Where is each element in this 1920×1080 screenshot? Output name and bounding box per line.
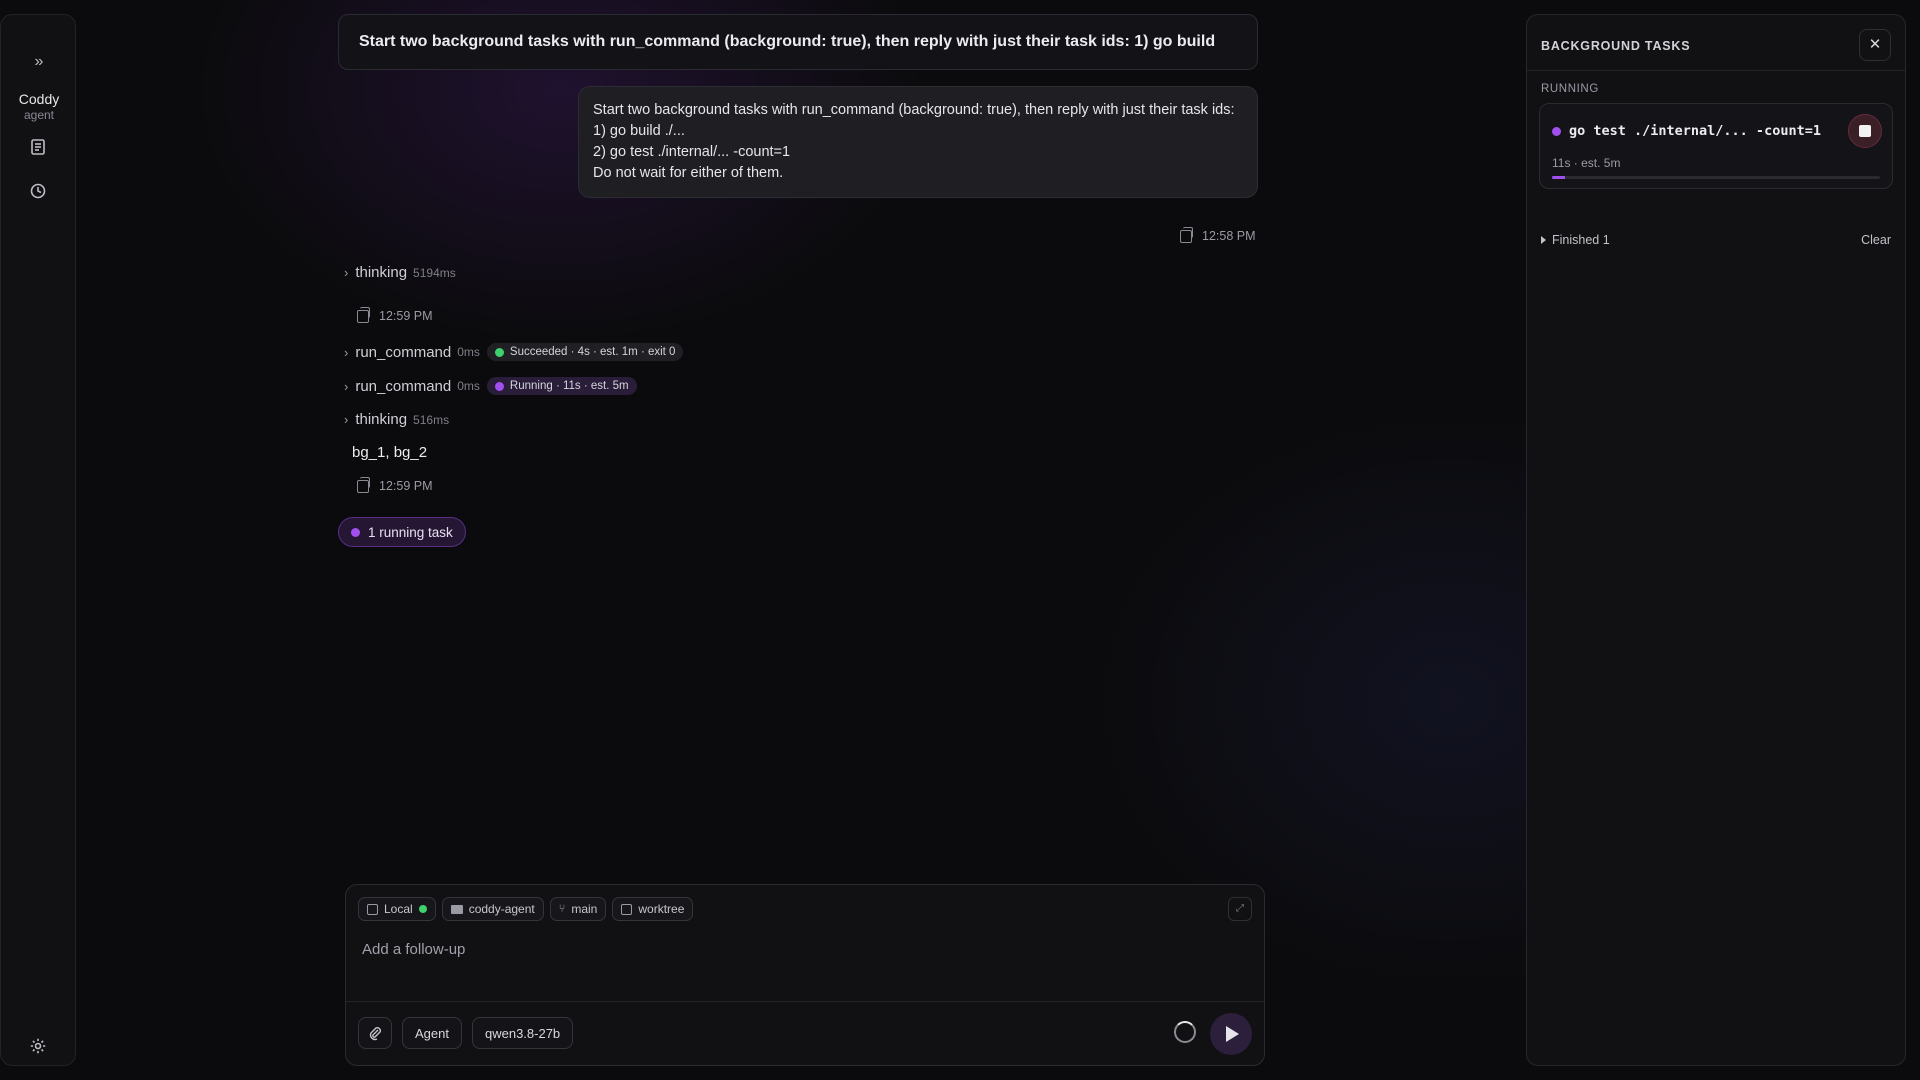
task-progress-bar — [1552, 176, 1880, 179]
composer: Local coddy-agent ⑂ main worktree ⤢ Agen… — [345, 884, 1265, 1066]
user-message-line: 2) go test ./internal/... -count=1 — [593, 144, 791, 160]
finished-label: Finished 1 — [1552, 233, 1610, 247]
user-message: Start two background tasks with run_comm… — [578, 86, 1258, 198]
assistant-time: 12:59 PM — [379, 479, 433, 493]
git-branch-icon: ⑂ — [558, 903, 566, 915]
running-dot-icon — [351, 527, 360, 537]
status-text: Running · 11s · est. 5m — [509, 380, 629, 392]
chevron-right-icon: › — [344, 412, 349, 427]
folder-icon — [450, 904, 463, 914]
step-run-command-1[interactable]: › run_command 0ms Succeeded · 4s · est. … — [344, 343, 684, 361]
running-dot-icon — [494, 381, 504, 391]
settings-gear-icon[interactable] — [29, 1037, 49, 1057]
app-name: Coddy — [18, 91, 60, 107]
step-run-command-2[interactable]: › run_command 0ms Running · 11s · est. 5… — [344, 377, 637, 395]
background-tasks-panel: BACKGROUND TASKS ✕ RUNNING go test ./int… — [1526, 14, 1906, 1066]
step-label: run_command — [355, 343, 452, 361]
send-button[interactable] — [1210, 1013, 1252, 1055]
stop-icon — [1859, 125, 1871, 137]
chip-label: coddy-agent — [468, 902, 535, 916]
chevron-right-icon: › — [344, 265, 349, 280]
clear-button[interactable]: Clear — [1861, 233, 1891, 247]
status-badge-succeeded: Succeeded · 4s · est. 1m · exit 0 — [486, 343, 684, 361]
online-dot-icon — [418, 905, 427, 913]
copy-icon[interactable] — [357, 476, 370, 493]
user-message-line: 1) go build ./... — [593, 123, 685, 139]
status-text: Succeeded · 4s · est. 1m · exit 0 — [509, 346, 676, 358]
composer-toolbar: Agent qwen3.8-27b — [358, 1017, 574, 1049]
loading-spinner-icon — [1174, 1021, 1196, 1043]
task-command-text: go test ./internal/... -count=1 — [1569, 123, 1821, 139]
worktree-chip[interactable]: worktree — [612, 897, 694, 921]
step-label: run_command — [355, 377, 452, 395]
user-message-time: 12:58 PM — [1202, 229, 1256, 243]
left-rail: » Coddy agent — [0, 14, 76, 1066]
running-dot-icon — [1552, 126, 1561, 136]
paperclip-icon — [369, 1027, 381, 1041]
caret-right-icon — [1541, 236, 1546, 244]
user-message-line: Start two background tasks with run_comm… — [593, 102, 1235, 118]
close-panel-button[interactable]: ✕ — [1859, 29, 1891, 61]
panel-title: BACKGROUND TASKS — [1541, 39, 1691, 53]
user-message-meta: 12:58 PM — [1180, 226, 1256, 243]
notes-icon[interactable] — [29, 138, 49, 158]
assistant-meta-2: 12:59 PM — [357, 476, 433, 493]
step-thinking-2[interactable]: › thinking 516ms — [344, 411, 449, 428]
step-label: thinking — [355, 411, 408, 428]
panel-divider — [1527, 70, 1905, 71]
expand-sidebar-icon[interactable]: » — [29, 53, 49, 73]
step-duration: 516ms — [413, 412, 450, 427]
close-icon: ✕ — [1868, 36, 1882, 53]
status-badge-running: Running · 11s · est. 5m — [486, 377, 637, 395]
assistant-meta-1: 12:59 PM — [357, 306, 433, 323]
step-duration: 5194ms — [413, 265, 456, 280]
running-tasks-label: 1 running task — [368, 524, 453, 540]
prompt-title-bar: Start two background tasks with run_comm… — [338, 14, 1258, 70]
step-label: thinking — [355, 264, 408, 281]
chip-label: main — [571, 902, 598, 916]
user-message-line: Do not wait for either of them. — [593, 165, 784, 181]
step-duration: 0ms — [457, 345, 480, 359]
follow-up-input[interactable] — [362, 937, 1242, 961]
stop-task-button[interactable] — [1848, 114, 1882, 148]
checkbox-icon — [621, 903, 633, 915]
history-icon[interactable] — [29, 182, 49, 202]
chevron-right-icon: › — [344, 378, 349, 394]
local-chip[interactable]: Local — [358, 897, 436, 921]
step-duration: 0ms — [457, 379, 480, 393]
context-chips: Local coddy-agent ⑂ main worktree — [358, 897, 694, 921]
chevron-right-icon: › — [344, 344, 349, 360]
step-thinking-1[interactable]: › thinking 5194ms — [344, 264, 456, 281]
running-task-card[interactable]: go test ./internal/... -count=1 11s · es… — [1539, 103, 1893, 189]
branch-chip[interactable]: ⑂ main — [549, 897, 607, 921]
chip-label: worktree — [638, 902, 685, 916]
success-dot-icon — [494, 347, 504, 357]
assistant-answer: bg_1, bg_2 — [352, 444, 428, 461]
mode-button[interactable]: Agent — [402, 1017, 462, 1049]
running-section-label: RUNNING — [1541, 83, 1599, 95]
chip-label: Local — [384, 902, 413, 916]
task-time: 11s · est. 5m — [1552, 156, 1621, 170]
finished-toggle[interactable]: Finished 1 — [1541, 233, 1610, 247]
model-button[interactable]: qwen3.8-27b — [471, 1017, 574, 1049]
running-tasks-chip[interactable]: 1 running task — [338, 517, 466, 547]
assistant-time: 12:59 PM — [379, 309, 433, 323]
expand-composer-icon[interactable]: ⤢ — [1228, 897, 1252, 921]
monitor-icon — [367, 903, 378, 915]
play-icon — [1226, 1026, 1239, 1042]
composer-divider — [346, 1001, 1264, 1002]
app-subtitle: agent — [23, 108, 55, 122]
brand: Coddy agent — [1, 91, 77, 122]
attach-button[interactable] — [358, 1017, 392, 1049]
folder-chip[interactable]: coddy-agent — [441, 897, 544, 921]
copy-icon[interactable] — [357, 306, 370, 323]
task-command: go test ./internal/... -count=1 — [1552, 123, 1821, 139]
copy-icon[interactable] — [1180, 226, 1193, 243]
task-progress-fill — [1552, 176, 1566, 179]
